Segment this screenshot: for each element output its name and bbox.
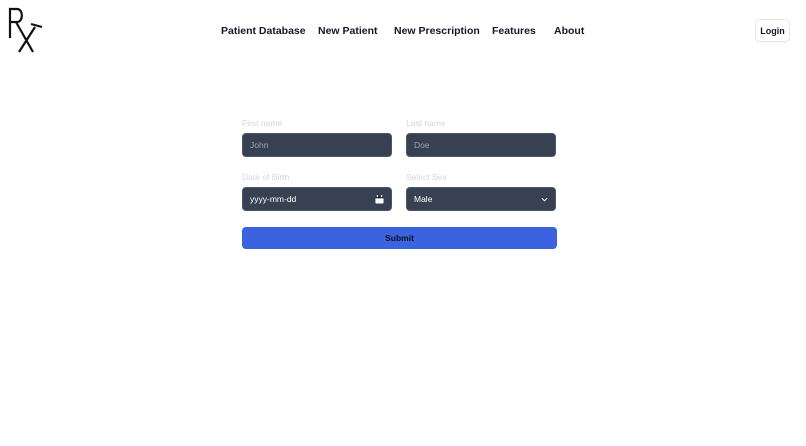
first-name-input[interactable] xyxy=(242,133,392,157)
nav-patient-database[interactable]: Patient Database xyxy=(221,25,306,37)
login-button[interactable]: Login xyxy=(755,19,790,42)
submit-button[interactable]: Submit xyxy=(242,227,557,249)
dob-label: Date of Birth xyxy=(242,172,290,182)
nav-features[interactable]: Features xyxy=(492,25,536,37)
chevron-down-icon xyxy=(541,197,548,202)
calendar-icon[interactable] xyxy=(375,194,384,204)
dob-display: yyyy-mm-dd xyxy=(250,194,297,204)
first-name-label: First name xyxy=(242,118,283,128)
sex-label: Select Sex xyxy=(406,172,447,182)
nav-new-prescription[interactable]: New Prescription xyxy=(394,25,480,37)
nav-about[interactable]: About xyxy=(554,25,584,37)
nav-new-patient[interactable]: New Patient xyxy=(318,25,378,37)
sex-select-value: Male xyxy=(414,194,433,204)
sex-select[interactable]: Male xyxy=(406,187,556,211)
last-name-label: Last name xyxy=(406,118,446,128)
last-name-input[interactable] xyxy=(406,133,556,157)
dob-input[interactable]: yyyy-mm-dd xyxy=(242,187,392,211)
